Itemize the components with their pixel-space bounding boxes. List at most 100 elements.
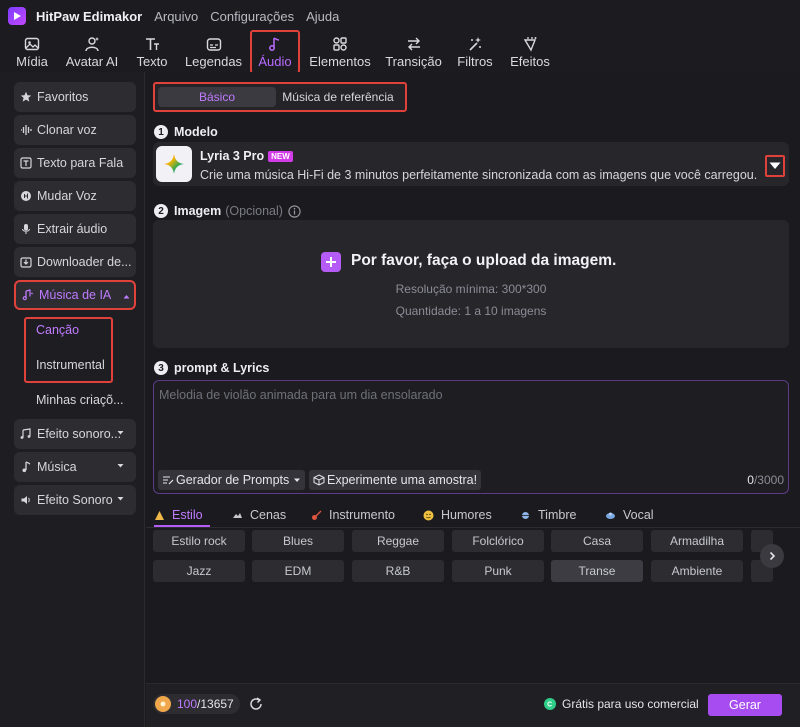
upload-min-resolution: Resolução mínima: 300*300 [395, 282, 547, 296]
timbre-icon [521, 511, 530, 519]
sidebar-item-musica[interactable]: Música [14, 452, 136, 482]
refresh-icon[interactable] [248, 696, 264, 712]
sidebar-item-efeito-sonoro-2[interactable]: Efeito Sonoro [14, 485, 136, 515]
captions-icon [206, 38, 221, 51]
music-note-icon [22, 461, 31, 473]
tag-rnb[interactable]: R&B [352, 560, 444, 582]
coin-icon [155, 696, 171, 712]
guitar-icon [312, 510, 322, 520]
active-tab-indicator [154, 525, 210, 527]
tool-elementos[interactable]: Elementos [309, 32, 371, 72]
copyright-icon [544, 698, 556, 710]
sidebar-item-texto-para-fala[interactable]: Texto para Fala [14, 148, 136, 178]
tag-transe[interactable]: Transe [551, 560, 643, 582]
voice-change-icon [21, 191, 31, 201]
model-card[interactable]: Lyria 3 Pro NEW Crie uma música Hi-Fi de… [153, 142, 789, 186]
chevron-down-icon [769, 162, 781, 169]
model-description: Crie uma música Hi-Fi de 3 minutos perfe… [200, 168, 758, 182]
star-icon [20, 91, 32, 102]
image-upload-area[interactable]: Por favor, faça o upload da imagem. Reso… [153, 220, 789, 348]
tab-basico[interactable]: Básico [158, 87, 276, 107]
character-counter: 0/3000 [747, 473, 784, 487]
menu-arquivo[interactable]: Arquivo [154, 9, 198, 24]
sidebar-item-favoritos[interactable]: Favoritos [14, 82, 136, 112]
sidebar-item-downloader[interactable]: Downloader de... [14, 247, 136, 277]
tags-next-button[interactable] [760, 544, 784, 568]
voice-wave-icon [21, 125, 32, 135]
sidebar-item-musica-de-ia[interactable]: Música de IA [14, 280, 136, 310]
sidebar-item-mudar-voz[interactable]: Mudar Voz [14, 181, 136, 211]
tool-midia[interactable]: Mídia [15, 32, 49, 72]
tab-cenas[interactable]: Cenas [232, 508, 286, 522]
tab-estilo[interactable]: Estilo [154, 508, 203, 522]
sidebar-item-extrair-audio[interactable]: Extrair áudio [14, 214, 136, 244]
main-toolbar: Mídia Avatar AI Texto Legendas Áudio Ele… [0, 30, 800, 74]
cube-icon [313, 474, 325, 486]
tag-armadilha[interactable]: Armadilha [651, 530, 743, 552]
bottom-bar: 100 /13657 Grátis para uso comercial Ger… [146, 683, 800, 727]
chevron-down-icon [117, 431, 124, 435]
microphone-icon [21, 224, 31, 234]
sidebar-item-efeito-sonoro-1[interactable]: Efeito sonoro... [14, 419, 136, 449]
tab-vocal[interactable]: Vocal [605, 508, 654, 522]
prompt-section-title: 3 prompt & Lyrics [154, 361, 269, 375]
scenes-icon [233, 512, 242, 518]
menu-configuracoes[interactable]: Configurações [210, 9, 294, 24]
download-icon [20, 257, 32, 268]
music-note-icon [269, 37, 280, 51]
tab-instrumento[interactable]: Instrumento [311, 508, 395, 522]
tool-transicao[interactable]: Transição [385, 32, 442, 72]
sidebar-subitem-cancao[interactable]: Canção [36, 323, 79, 337]
upload-quantity: Quantidade: 1 a 10 imagens [395, 304, 547, 318]
text-icon [146, 38, 159, 50]
tag-folclorico[interactable]: Folclórico [452, 530, 544, 552]
tag-edm[interactable]: EDM [252, 560, 344, 582]
prompt-textarea[interactable]: Melodia de violão animada para um dia en… [153, 380, 789, 494]
tag-jazz[interactable]: Jazz [153, 560, 245, 582]
mood-icon [423, 510, 434, 520]
tool-efeitos[interactable]: Efeitos [510, 32, 550, 72]
chevron-down-icon [294, 478, 301, 482]
generate-button[interactable]: Gerar [708, 694, 782, 716]
tag-ambiente[interactable]: Ambiente [651, 560, 743, 582]
image-icon [24, 37, 40, 51]
sidebar-item-clonar-voz[interactable]: Clonar voz [14, 115, 136, 145]
model-name: Lyria 3 Pro NEW [200, 149, 293, 163]
plus-icon [321, 252, 341, 272]
tag-casa[interactable]: Casa [551, 530, 643, 552]
model-dropdown-button[interactable] [765, 155, 785, 177]
title-bar: HitPaw Edimakor Arquivo Configurações Aj… [0, 0, 800, 32]
info-icon[interactable] [288, 204, 301, 218]
sidebar-subitem-instrumental[interactable]: Instrumental [36, 358, 105, 372]
credits-display: 100 /13657 [153, 694, 240, 714]
avatar-icon [85, 37, 99, 52]
menu-ajuda[interactable]: Ajuda [306, 9, 339, 24]
tool-avatar-ai[interactable]: Avatar AI [64, 32, 120, 72]
tool-audio[interactable]: Áudio [250, 30, 300, 74]
tool-legendas[interactable]: Legendas [185, 32, 242, 72]
tag-blues[interactable]: Blues [252, 530, 344, 552]
try-sample-button[interactable]: Experimente uma amostra! [309, 470, 482, 490]
tool-texto[interactable]: Texto [135, 32, 169, 72]
image-section-title: 2 Imagem (Opcional) [154, 204, 301, 218]
app-logo-icon [8, 7, 26, 25]
tool-filtros[interactable]: Filtros [457, 32, 493, 72]
filters-icon [469, 37, 481, 51]
tag-reggae[interactable]: Reggae [352, 530, 444, 552]
sidebar-subitem-minhas-criacoes[interactable]: Minhas criaçõ... [36, 393, 124, 407]
new-badge: NEW [268, 150, 293, 162]
prompt-generator-button[interactable]: Gerador de Prompts [158, 470, 306, 490]
tag-estilo-rock[interactable]: Estilo rock [153, 530, 245, 552]
chevron-up-icon[interactable] [122, 292, 131, 301]
transition-icon [407, 37, 420, 51]
ai-music-icon [22, 289, 34, 301]
tag-punk[interactable]: Punk [452, 560, 544, 582]
mode-tabs: Básico Música de referência [153, 82, 407, 112]
tab-timbre[interactable]: Timbre [520, 508, 576, 522]
prompt-placeholder: Melodia de violão animada para um dia en… [159, 388, 443, 402]
main-panel: Básico Música de referência 1 Modelo Lyr… [146, 72, 800, 727]
music-notes-icon [20, 428, 31, 439]
tab-musica-de-referencia[interactable]: Música de referência [276, 87, 400, 107]
sidebar: Favoritos Clonar voz Texto para Fala Mud… [0, 72, 145, 727]
tab-humores[interactable]: Humores [423, 508, 492, 522]
